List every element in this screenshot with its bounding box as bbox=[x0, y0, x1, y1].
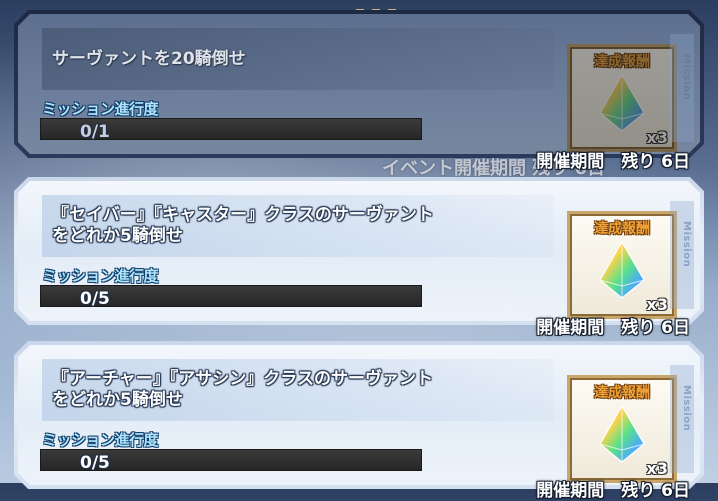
mission-description: サーヴァントを20騎倒せ bbox=[52, 48, 246, 69]
mission-description-box: 『アーチャー』『アサシン』クラスのサーヴァント をどれか5騎倒せ bbox=[42, 359, 554, 421]
mission-progress-label: ミッション進行度 bbox=[42, 431, 159, 449]
mission-card-body: 『アーチャー』『アサシン』クラスのサーヴァント をどれか5騎倒せ ミッション進行… bbox=[18, 345, 700, 485]
mission-description-box: サーヴァントを20騎倒せ bbox=[42, 28, 554, 90]
mission-card-body: 『セイバー』『キャスター』クラスのサーヴァント をどれか5騎倒せ ミッション進行… bbox=[18, 181, 700, 321]
mission-description-box: 『セイバー』『キャスター』クラスのサーヴァント をどれか5騎倒せ bbox=[42, 195, 554, 257]
reward-label: 達成報酬 bbox=[594, 221, 650, 237]
mission-card[interactable]: サーヴァントを20騎倒せ ミッション進行度 0/1 達成報酬 x3 Missio… bbox=[14, 10, 704, 158]
mission-description: 『セイバー』『キャスター』クラスのサーヴァント をどれか5騎倒せ bbox=[52, 205, 434, 246]
mission-card[interactable]: 『アーチャー』『アサシン』クラスのサーヴァント をどれか5騎倒せ ミッション進行… bbox=[14, 341, 704, 489]
page-indicator bbox=[356, 0, 404, 15]
reward-label: 達成報酬 bbox=[594, 54, 650, 70]
reward-quantity: x3 bbox=[646, 128, 668, 147]
mission-progress-label: ミッション進行度 bbox=[42, 100, 159, 118]
mission-period: 開催期間 残り 6日 bbox=[536, 152, 690, 172]
mission-reward[interactable]: 達成報酬 x3 bbox=[567, 211, 677, 319]
mission-side-label: Mission bbox=[681, 54, 692, 101]
mission-period: 開催期間 残り 6日 bbox=[536, 481, 690, 501]
reward-quantity: x3 bbox=[646, 295, 668, 314]
mission-progress-label: ミッション進行度 bbox=[42, 267, 159, 285]
mission-side-label: Mission bbox=[681, 221, 692, 268]
rainbow-crystal-icon bbox=[598, 73, 646, 133]
mission-reward[interactable]: 達成報酬 x3 bbox=[567, 375, 677, 483]
mission-reward[interactable]: 達成報酬 x3 bbox=[567, 44, 677, 152]
mission-card-body: サーヴァントを20騎倒せ ミッション進行度 0/1 達成報酬 x3 Missio… bbox=[18, 14, 700, 154]
rainbow-crystal-icon bbox=[598, 240, 646, 300]
mission-progress-value: 0/5 bbox=[80, 289, 110, 309]
mission-progress-value: 0/1 bbox=[80, 122, 110, 142]
mission-progress-value: 0/5 bbox=[80, 453, 110, 473]
reward-label: 達成報酬 bbox=[594, 385, 650, 401]
rainbow-crystal-icon bbox=[598, 404, 646, 464]
mission-description: 『アーチャー』『アサシン』クラスのサーヴァント をどれか5騎倒せ bbox=[52, 369, 433, 410]
mission-card[interactable]: 『セイバー』『キャスター』クラスのサーヴァント をどれか5騎倒せ ミッション進行… bbox=[14, 177, 704, 325]
mission-period: 開催期間 残り 6日 bbox=[536, 318, 690, 338]
mission-side-label: Mission bbox=[681, 385, 692, 432]
